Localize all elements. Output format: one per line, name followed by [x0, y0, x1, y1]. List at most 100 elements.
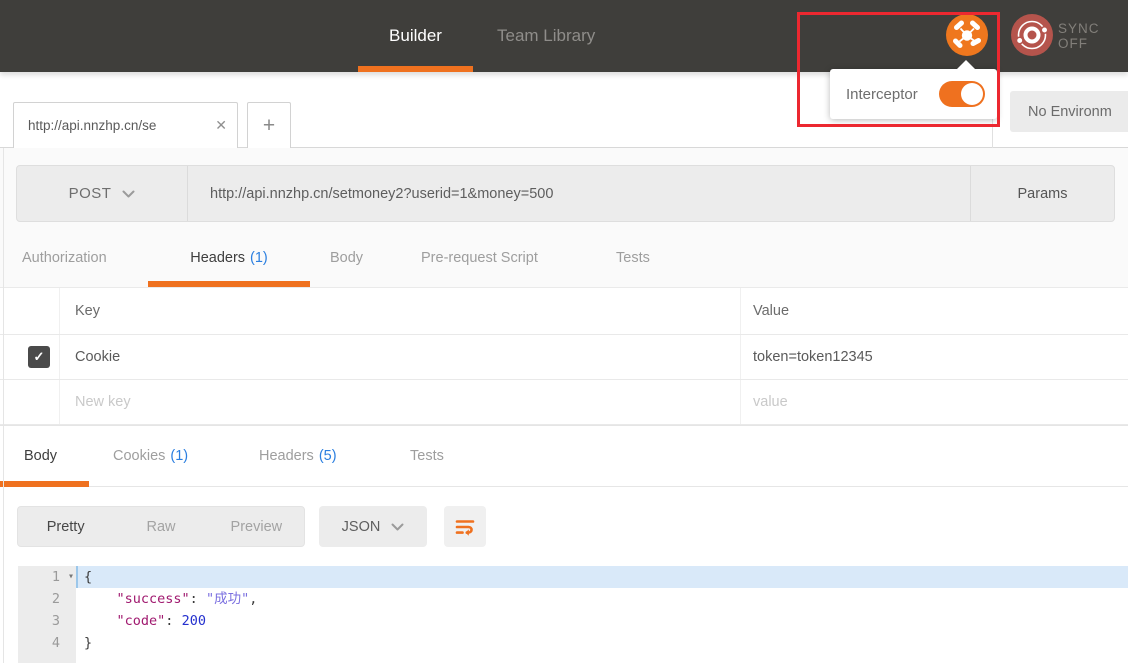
response-tab-body[interactable]: Body — [24, 426, 57, 486]
code-line[interactable]: "success": "成功", — [76, 588, 1128, 610]
interceptor-popover: Interceptor — [830, 60, 997, 119]
sync-status-label: SYNC OFF — [1058, 21, 1100, 51]
active-tab-underline — [0, 481, 89, 487]
environment-label: No Environm — [1028, 103, 1112, 120]
wrap-lines-icon — [455, 519, 475, 536]
chevron-down-icon — [122, 190, 135, 197]
code-token: } — [84, 635, 93, 651]
tab-body[interactable]: Body — [330, 228, 363, 287]
code-line[interactable]: "code": 200 — [76, 610, 1128, 632]
checkbox-column-header — [0, 288, 60, 334]
url-input[interactable]: http://api.nnzhp.cn/setmoney2?userid=1&m… — [188, 166, 970, 221]
response-body-editor: 1 ▾ 2 3 4 { "success": "成功", "code": 200} — [18, 559, 1128, 663]
tab-headers[interactable]: Headers (1) — [148, 228, 310, 287]
response-tab-tests[interactable]: Tests — [410, 426, 444, 486]
interceptor-toggle[interactable] — [939, 81, 985, 107]
left-panel-edge — [3, 148, 4, 663]
code-token: : — [189, 591, 206, 607]
table-header-row: Key Value — [0, 288, 1128, 335]
response-tab-cookies[interactable]: Cookies (1) — [113, 426, 188, 486]
tab-authorization[interactable]: Authorization — [22, 228, 107, 287]
tab-label: Body — [330, 249, 364, 266]
method-dropdown[interactable]: POST — [17, 166, 188, 221]
new-tab-button[interactable]: + — [247, 102, 291, 148]
chevron-down-icon — [391, 523, 404, 530]
tab-count: (1) — [250, 249, 268, 266]
postman-app: Builder Team Library SYNC OFF Intercepto… — [0, 0, 1128, 663]
language-dropdown[interactable]: JSON — [319, 506, 427, 547]
wrap-lines-button[interactable] — [444, 506, 486, 547]
request-tab-title: http://api.nnzhp.cn/se — [28, 118, 157, 133]
view-mode-preview[interactable]: Preview — [209, 519, 304, 535]
key-placeholder: New key — [75, 394, 131, 410]
response-section: Body Cookies (1) Headers (5) Tests Prett… — [0, 425, 1128, 663]
interceptor-popover-label: Interceptor — [846, 85, 918, 103]
table-row: ✓ Cookie token=token12345 — [0, 335, 1128, 380]
tab-label: Tests — [410, 448, 444, 464]
view-mode-pretty[interactable]: Pretty — [18, 519, 113, 535]
fold-caret-icon[interactable]: ▾ — [68, 566, 74, 588]
check-icon: ✓ — [33, 349, 45, 364]
request-builder: POST http://api.nnzhp.cn/setmoney2?useri… — [0, 148, 1128, 288]
code-token: : — [165, 613, 182, 629]
checkbox-cell: ✓ — [0, 335, 60, 379]
plus-icon: + — [262, 113, 276, 137]
line-number[interactable]: 1 ▾ — [18, 566, 76, 588]
close-icon[interactable]: ✕ — [215, 103, 227, 147]
new-value-input[interactable]: value — [741, 380, 1128, 424]
interceptor-icon — [946, 14, 988, 56]
interceptor-button[interactable] — [946, 14, 988, 56]
code-token: { — [84, 569, 93, 585]
environment-selector[interactable]: No Environm — [1010, 91, 1128, 132]
code-line[interactable]: { — [76, 566, 1128, 588]
code-token: "成功" — [205, 591, 250, 607]
builder-label: Builder — [389, 26, 442, 45]
new-key-input[interactable]: New key — [60, 380, 741, 424]
response-tabs: Body Cookies (1) Headers (5) Tests — [0, 426, 1128, 487]
headers-table: Key Value ✓ Cookie token=token12345 New … — [0, 288, 1128, 425]
key-cell[interactable]: Cookie — [60, 335, 741, 379]
value-column-header: Value — [741, 288, 1128, 334]
tab-label: Headers — [190, 249, 246, 266]
sync-button[interactable] — [1011, 14, 1053, 56]
table-row-new: New key value — [0, 380, 1128, 425]
value-header-label: Value — [753, 303, 790, 319]
tab-tests[interactable]: Tests — [616, 228, 650, 287]
line-number[interactable]: 2 — [18, 588, 76, 610]
language-label: JSON — [341, 518, 381, 535]
row-checkbox-checked[interactable]: ✓ — [28, 346, 50, 368]
tab-label: Authorization — [22, 249, 107, 266]
key-header-label: Key — [75, 303, 100, 319]
line-number[interactable]: 4 — [18, 632, 76, 654]
gutter-numbers[interactable]: 1 ▾ 2 3 4 — [18, 566, 76, 663]
code-line[interactable]: } — [76, 632, 1128, 654]
line-number[interactable]: 3 — [18, 610, 76, 632]
code-lines[interactable]: { "success": "成功", "code": 200} — [76, 566, 1128, 654]
tab-count: (1) — [170, 448, 189, 464]
request-tab[interactable]: http://api.nnzhp.cn/se ✕ — [13, 102, 238, 148]
method-label: POST — [68, 185, 112, 202]
response-tab-headers[interactable]: Headers (5) — [259, 426, 337, 486]
nav-tab-builder[interactable]: Builder — [358, 0, 473, 72]
request-tabs: Authorization Headers (1) Body Pre-reque… — [0, 228, 1128, 288]
url-value: http://api.nnzhp.cn/setmoney2?userid=1&m… — [210, 185, 554, 202]
request-bar: POST http://api.nnzhp.cn/setmoney2?useri… — [16, 165, 1115, 222]
tab-label: Body — [24, 448, 58, 464]
code-token: "code" — [116, 613, 166, 629]
value-cell[interactable]: token=token12345 — [741, 335, 1128, 379]
tab-pre-request-script[interactable]: Pre-request Script — [421, 228, 538, 287]
tab-label: Cookies — [113, 448, 166, 464]
tab-count: (5) — [318, 448, 337, 464]
view-mode-raw[interactable]: Raw — [113, 519, 208, 535]
checkbox-cell — [0, 380, 60, 424]
value-value: token=token12345 — [753, 349, 873, 365]
params-button[interactable]: Params — [970, 166, 1114, 221]
nav-tab-team-library[interactable]: Team Library — [497, 0, 595, 72]
code-token: "success" — [116, 591, 190, 607]
value-placeholder: value — [753, 394, 788, 410]
key-value: Cookie — [75, 349, 121, 365]
tab-label: Headers — [259, 448, 314, 464]
toggle-knob — [961, 83, 983, 105]
sync-icon — [1011, 14, 1053, 56]
